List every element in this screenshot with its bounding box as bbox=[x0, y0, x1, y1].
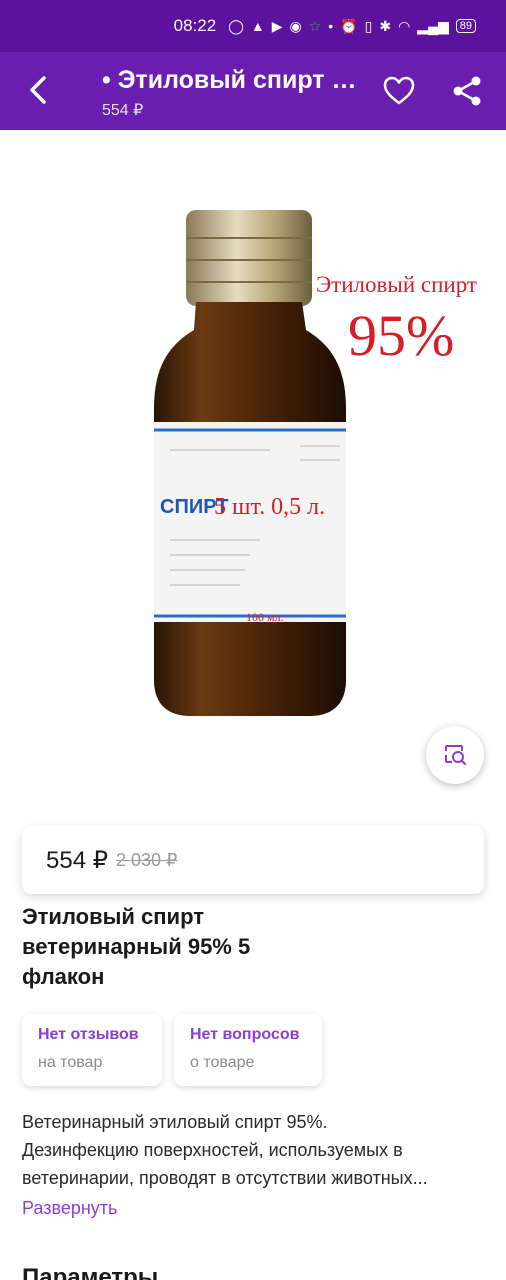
questions-chip-subtitle: о товаре bbox=[190, 1054, 255, 1071]
status-bar: 08:22 ◯ ▲ ▶ ◉ ☆ • ⏰ ▯ ✱ ◠ ▂▄▆ 89 bbox=[0, 0, 506, 52]
app-bar: • Этиловый спирт ветеринарный 95% 5 флак… bbox=[0, 52, 506, 130]
product-description: Ветеринарный этиловый спирт 95%. Дезинфе… bbox=[22, 1108, 490, 1192]
status-icons: ◯ ▲ ▶ ◉ ☆ • ⏰ ▯ ✱ ◠ ▂▄▆ 89 bbox=[228, 18, 476, 35]
description-line: Ветеринарный этиловый спирт 95%. bbox=[22, 1112, 328, 1132]
description-line: Дезинфекцию поверхностей, используемых в bbox=[22, 1140, 403, 1160]
dot-icon: • bbox=[328, 18, 334, 34]
price-card: 554 ₽ 2 030 ₽ bbox=[22, 826, 484, 894]
reviews-chip[interactable]: Нет отзывов на товар bbox=[22, 1014, 162, 1086]
product-image-gallery[interactable]: СПИРТ 5 шт. 0,5 л. 100 мл. Этиловый спир… bbox=[0, 130, 506, 810]
bluetooth-icon: ✱ bbox=[379, 17, 392, 34]
parameters-section-title: Параметры bbox=[22, 1264, 159, 1280]
share-icon[interactable] bbox=[450, 74, 484, 108]
expand-description-link[interactable]: Развернуть bbox=[22, 1198, 117, 1219]
heart-icon[interactable] bbox=[382, 74, 416, 108]
youtube-icon: ▶ bbox=[271, 17, 283, 34]
image-search-button[interactable] bbox=[426, 726, 484, 784]
whatsapp-icon: ◯ bbox=[228, 17, 244, 34]
description-line: ветеринарии, проводят в отсутствии живот… bbox=[22, 1168, 428, 1188]
star-icon: ☆ bbox=[308, 17, 322, 34]
promo-text-name: Этиловый спирт bbox=[316, 272, 477, 297]
questions-chip[interactable]: Нет вопросов о товаре bbox=[174, 1014, 322, 1086]
label-volume-text: 100 мл. bbox=[246, 610, 284, 624]
vibrate-icon: ▯ bbox=[364, 17, 373, 34]
app-icon: ◉ bbox=[289, 17, 302, 34]
old-price: 2 030 ₽ bbox=[115, 849, 178, 870]
label-quantity-text: 5 шт. 0,5 л. bbox=[214, 494, 326, 520]
wifi-icon: ◠ bbox=[398, 17, 411, 34]
reviews-chip-title: Нет отзывов bbox=[38, 1026, 139, 1043]
battery-icon: 89 bbox=[455, 19, 476, 33]
alarm-icon: ⏰ bbox=[340, 17, 358, 34]
app-icon: ▲ bbox=[250, 18, 265, 34]
page-subtitle-price: 554 ₽ bbox=[102, 102, 144, 119]
image-search-icon bbox=[445, 745, 467, 766]
current-price: 554 ₽ bbox=[46, 846, 108, 874]
questions-chip-title: Нет вопросов bbox=[190, 1026, 300, 1043]
status-time: 08:22 bbox=[173, 16, 217, 35]
signal-icon: ▂▄▆ bbox=[417, 17, 449, 34]
page-title: • Этиловый спирт ветеринарный 95% 5 флак… bbox=[102, 66, 362, 94]
reviews-chip-subtitle: на товар bbox=[38, 1054, 103, 1071]
product-title: Этиловый спирт ветеринарный 95% 5 флакон bbox=[22, 904, 251, 989]
back-arrow-icon[interactable] bbox=[22, 72, 58, 108]
promo-text-percent: 95% bbox=[348, 303, 455, 368]
